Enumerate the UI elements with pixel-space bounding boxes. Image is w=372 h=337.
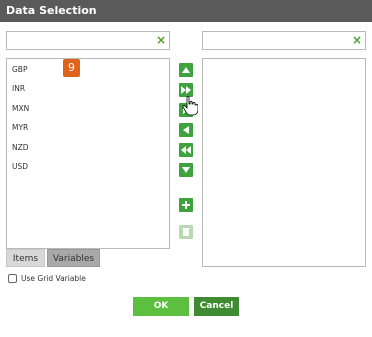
right-search-input[interactable]: × [202,31,366,50]
list-item[interactable]: INR [12,83,25,95]
count-badge: 9 [63,59,80,77]
hand-cursor-icon [182,96,198,116]
delete-button[interactable] [179,225,193,239]
left-search-input[interactable]: × [6,31,170,50]
tab-items[interactable]: Items [6,249,45,267]
list-item[interactable]: NZD [12,142,29,154]
clear-search-icon[interactable]: × [352,33,362,48]
plus-icon [182,201,190,209]
remove-selected-button[interactable] [179,123,193,137]
trash-icon [182,228,190,236]
list-item[interactable]: GBP [12,64,27,76]
triangle-left-icon [183,126,189,134]
use-grid-variable-label: Use Grid Variable [21,273,86,283]
available-items-list[interactable]: GBP INR MXN MYR NZD USD [6,58,170,249]
ok-button[interactable]: OK [133,297,189,316]
double-chevron-left-icon [181,146,191,154]
add-button[interactable] [179,198,193,212]
selected-items-list[interactable] [202,58,366,267]
list-item[interactable]: USD [12,161,28,173]
cancel-button[interactable]: Cancel [194,297,239,316]
clear-search-icon[interactable]: × [156,33,166,48]
double-chevron-right-icon [181,86,191,94]
move-up-button[interactable] [179,63,193,77]
window-title: Data Selection [0,0,372,22]
use-grid-variable-checkbox[interactable] [8,273,17,283]
tab-variables[interactable]: Variables [47,249,100,267]
triangle-down-icon [182,167,190,173]
list-item[interactable]: MXN [12,103,29,115]
triangle-up-icon [182,67,190,73]
add-all-button[interactable] [179,83,193,97]
remove-all-button[interactable] [179,143,193,157]
move-down-button[interactable] [179,163,193,177]
use-grid-variable-row: Use Grid Variable [8,272,86,284]
list-item[interactable]: MYR [12,122,28,134]
